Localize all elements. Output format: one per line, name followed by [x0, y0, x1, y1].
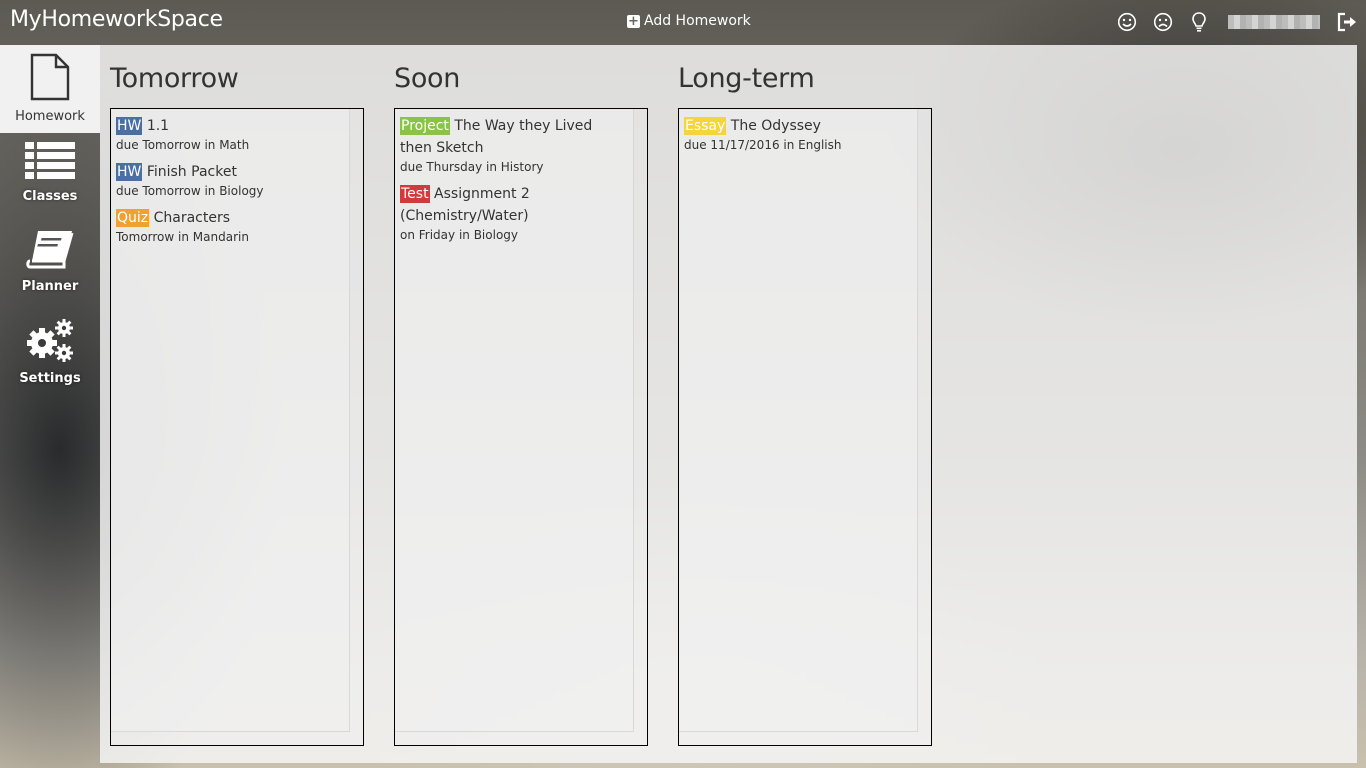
column-list: HW 1.1 due Tomorrow in Math HW Finish Pa…	[110, 108, 364, 746]
logout-icon[interactable]	[1336, 11, 1358, 33]
homework-due: due Tomorrow in Biology	[116, 184, 264, 198]
homework-item[interactable]: HW Finish Packet due Tomorrow in Biology	[111, 161, 349, 199]
user-name-redacted[interactable]	[1228, 15, 1320, 29]
homework-item[interactable]: Essay The Odyssey due 11/17/2016 in Engl…	[679, 115, 917, 153]
homework-item[interactable]: HW 1.1 due Tomorrow in Math	[111, 115, 349, 153]
homework-due: on Friday in Biology	[400, 228, 519, 242]
homework-due: due 11/17/2016 in English	[684, 138, 842, 152]
sidebar: Homework Classes Planner Settings	[0, 45, 100, 768]
gears-icon	[24, 317, 76, 367]
homework-type-tag: Essay	[684, 117, 727, 135]
column-list: Essay The Odyssey due 11/17/2016 in Engl…	[678, 108, 932, 746]
sidebar-item-planner[interactable]: Planner	[0, 221, 100, 309]
add-homework-button[interactable]: + Add Homework	[627, 13, 751, 29]
homework-due: Tomorrow in Mandarin	[116, 230, 249, 244]
sidebar-item-label: Homework	[15, 109, 85, 124]
sidebar-item-homework[interactable]: Homework	[0, 45, 100, 133]
column-list: Project The Way they Lived then Sketch d…	[394, 108, 648, 746]
sidebar-item-label: Settings	[19, 371, 81, 386]
homework-item[interactable]: Project The Way they Lived then Sketch d…	[395, 115, 633, 175]
app-title[interactable]: MyHomeworkSpace	[10, 7, 223, 32]
sad-feedback-icon[interactable]	[1152, 11, 1174, 33]
list-icon	[25, 141, 75, 185]
homework-item[interactable]: Quiz Characters Tomorrow in Mandarin	[111, 207, 349, 245]
homework-name: 1.1	[146, 118, 170, 134]
column-scroll-area[interactable]: Project The Way they Lived then Sketch d…	[395, 109, 634, 732]
homework-name: The Odyssey	[730, 118, 821, 134]
homework-due: due Thursday in History	[400, 160, 544, 174]
column-title: Tomorrow	[110, 63, 239, 94]
homework-type-tag: HW	[116, 117, 143, 135]
top-right-controls	[1116, 11, 1358, 33]
plus-icon: +	[627, 13, 640, 29]
homework-name: Characters	[153, 210, 231, 226]
lightbulb-icon[interactable]	[1188, 11, 1210, 33]
top-bar: MyHomeworkSpace + Add Homework	[0, 0, 1366, 45]
sidebar-item-classes[interactable]: Classes	[0, 133, 100, 221]
homework-type-tag: Quiz	[116, 209, 150, 227]
column-scroll-area[interactable]: Essay The Odyssey due 11/17/2016 in Engl…	[679, 109, 918, 732]
add-homework-label: Add Homework	[644, 13, 751, 29]
homework-name: Finish Packet	[146, 164, 237, 180]
homework-type-tag: Test	[400, 185, 430, 203]
column-title: Long-term	[678, 63, 815, 94]
document-icon	[28, 53, 72, 105]
book-icon	[26, 229, 74, 275]
homework-due: due Tomorrow in Math	[116, 138, 250, 152]
happy-feedback-icon[interactable]	[1116, 11, 1138, 33]
homework-type-tag: Project	[400, 117, 450, 135]
sidebar-item-settings[interactable]: Settings	[0, 309, 100, 397]
homework-item[interactable]: Test Assignment 2 (Chemistry/Water) on F…	[395, 183, 633, 243]
sidebar-item-label: Planner	[21, 279, 79, 294]
homework-type-tag: HW	[116, 163, 143, 181]
main-panel: Tomorrow HW 1.1 due Tomorrow in Math HW …	[100, 45, 1357, 763]
column-title: Soon	[394, 63, 461, 94]
sidebar-item-label: Classes	[22, 189, 78, 204]
column-scroll-area[interactable]: HW 1.1 due Tomorrow in Math HW Finish Pa…	[111, 109, 350, 732]
